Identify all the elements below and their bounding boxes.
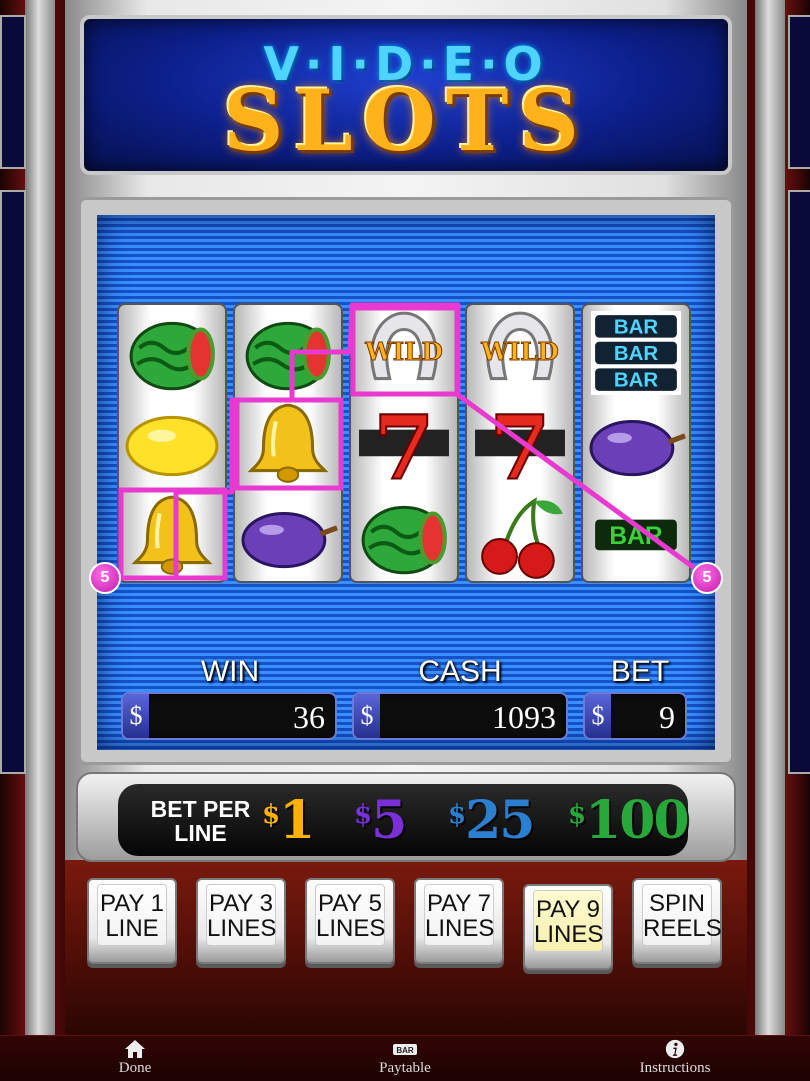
bet-value: 9 [659,699,675,735]
svg-text:BAR: BAR [614,316,659,339]
tab-paytable[interactable]: BAR Paytable [365,1036,445,1081]
tab-instructions[interactable]: Instructions [625,1036,725,1081]
plum-symbol [583,399,689,491]
bell-symbol [119,491,225,581]
pay-5-lines-button[interactable]: PAY 5 LINES [305,878,395,964]
tab-paytable-label: Paytable [379,1060,431,1076]
reel-1 [117,303,227,583]
info-icon [665,1039,685,1059]
svg-text:7: 7 [489,399,550,491]
home-icon [125,1040,145,1058]
svg-text:BAR: BAR [614,342,659,365]
watermelon-symbol [351,491,457,581]
win-meter: $ 36 [121,692,337,740]
win-value: 36 [293,699,325,735]
single-bar-symbol: BAR [583,491,689,581]
svg-text:BAR: BAR [609,523,662,550]
right-frame [755,0,785,1035]
left-frame [25,0,55,1035]
seven-symbol: 7 [467,395,573,501]
title-slots: SLOTS [222,71,590,170]
svg-text:BAR: BAR [396,1046,414,1055]
tab-done[interactable]: Done [100,1036,170,1081]
plum-symbol [235,491,341,581]
pay-7-lines-button[interactable]: PAY 7 LINES [414,878,504,964]
bet-denomination-5[interactable]: $5 [354,790,407,851]
reel-5: BAR BAR BAR BAR [581,303,691,583]
triple-bar-symbol: BAR BAR BAR [583,307,689,399]
game-title-banner: V·I·D·E·O SLOTS [80,15,732,175]
bet-meter: $ 9 [583,692,687,740]
currency-symbol: $ [123,694,149,738]
cash-label: CASH [418,655,502,688]
bar-icon: BAR [393,1044,417,1055]
lemon-symbol [119,399,225,491]
watermelon-symbol [119,307,225,399]
bet-denomination-1[interactable]: $1 [262,790,315,851]
bet-denomination-25[interactable]: $25 [448,790,535,851]
currency-symbol: $ [354,694,380,738]
currency-symbol: $ [585,694,611,738]
reel-4: WILD 7 [465,303,575,583]
cherries-symbol [467,491,573,581]
payline-number-left: 5 [89,562,121,594]
cash-meter: $ 1093 [352,692,568,740]
pay-1-line-button[interactable]: PAY 1 LINE [87,878,177,964]
bell-symbol [235,399,341,491]
bottom-tab-bar: Done BAR Paytable Instructions [0,1035,810,1081]
left-side-panel [0,190,26,774]
cash-value: 1093 [492,699,556,735]
bet-denomination-100[interactable]: $100 [568,790,690,851]
tab-done-label: Done [118,1060,152,1076]
pay-3-lines-button[interactable]: PAY 3 LINES [196,878,286,964]
wild-symbol: WILD [351,307,457,399]
right-side-panel [788,15,810,169]
right-side-panel [788,190,810,774]
reel-3: WILD 7 [349,303,459,583]
svg-text:BAR: BAR [614,369,659,392]
wild-symbol: WILD [467,307,573,399]
bet-per-line-label: BET PER LINE [150,796,251,846]
watermelon-symbol [235,307,341,399]
bet-label: BET [610,655,670,688]
payline-number-right: 5 [691,562,723,594]
win-label: WIN [200,655,260,688]
spin-reels-button[interactable]: SPIN REELS [632,878,722,964]
svg-text:WILD: WILD [480,337,559,366]
seven-symbol: 7 [351,395,457,501]
tab-instructions-label: Instructions [639,1060,711,1076]
svg-text:7: 7 [373,399,434,491]
left-side-panel [0,15,26,169]
pay-9-lines-button[interactable]: PAY 9 LINES [523,884,613,970]
svg-text:WILD: WILD [364,337,443,366]
reel-2 [233,303,343,583]
